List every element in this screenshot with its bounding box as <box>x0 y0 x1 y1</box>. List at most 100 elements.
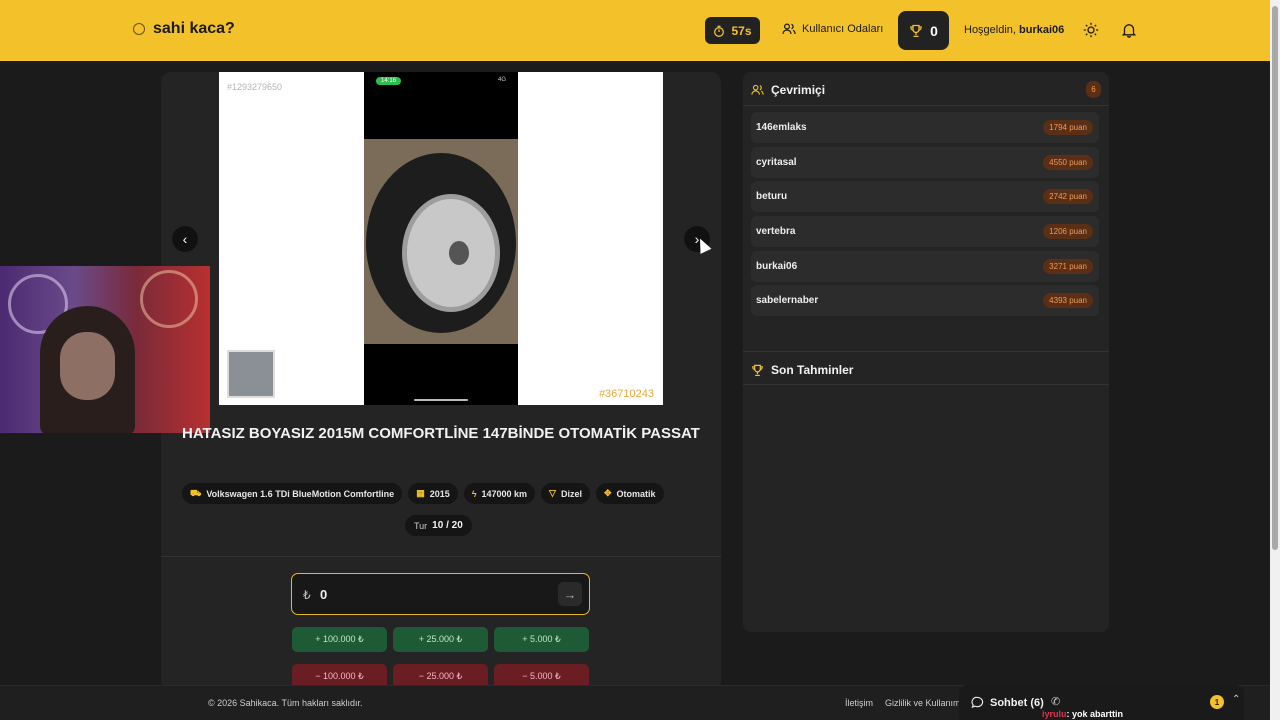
separator <box>743 105 1109 106</box>
trophy-icon <box>910 24 922 37</box>
divider <box>161 556 721 557</box>
user-name: vertebra <box>756 226 796 237</box>
user-name: burkai06 <box>756 261 798 272</box>
chat-toggle[interactable]: Sohbet (6) <box>971 696 1044 709</box>
copyright: © 2026 Sahikaca. Tüm hakları saklıdır. <box>208 698 363 708</box>
user-points-badge: 1794 puan <box>1043 120 1093 135</box>
sun-icon[interactable] <box>1083 22 1099 38</box>
fuel-icon: ▽ <box>549 488 556 498</box>
round-label: Tur <box>414 520 428 531</box>
online-count-badge: 6 <box>1086 81 1101 98</box>
online-user-row[interactable]: sabelernaber 4393 puan <box>751 285 1099 316</box>
brand[interactable]: sahi kaca? <box>133 20 235 38</box>
tag-transmission: ✥ Otomatik <box>595 483 664 504</box>
tag-year: ▦ 2015 <box>408 483 458 504</box>
chat-author: iyrulu <box>1042 709 1067 719</box>
spec-tags: ⛟ Volkswagen 1.6 TDi BlueMotion Comfortli… <box>182 483 664 504</box>
privacy-link[interactable]: Gizlilik ve Kullanım <box>885 698 961 708</box>
user-points-badge: 4393 puan <box>1043 293 1093 308</box>
price-guess-input[interactable] <box>320 587 540 602</box>
user-points-badge: 2742 puan <box>1043 189 1093 204</box>
tag-label: 147000 km <box>481 488 528 499</box>
online-user-row[interactable]: 146emlaks 1794 puan <box>751 112 1099 143</box>
photo-id-bottom: #36710243 <box>598 388 654 400</box>
greeting: Hoşgeldin, burkai06 <box>964 24 1064 36</box>
round-indicator: Tur 10 / 20 <box>405 515 472 536</box>
score-value: 0 <box>930 22 938 39</box>
scrollbar-thumb[interactable] <box>1272 6 1278 550</box>
username[interactable]: burkai06 <box>1019 24 1064 36</box>
tire-image <box>364 139 518 344</box>
chat-widget[interactable]: Sohbet (6) ✆ 1 ⌃ iyrulu: yok abarttin <box>959 685 1244 720</box>
car-icon: ⛟ <box>190 487 202 498</box>
chevron-up-icon[interactable]: ⌃ <box>1232 694 1240 705</box>
gauge-icon: ϟ <box>471 488 477 499</box>
unread-badge: 1 <box>1210 695 1224 709</box>
user-points-badge: 1206 puan <box>1043 224 1093 239</box>
top-header: sahi kaca? 57s Kullanıcı Odaları 0 Hoşge… <box>0 0 1270 61</box>
tag-fuel: ▽ Dizel <box>541 483 590 504</box>
user-name: beturu <box>756 191 788 202</box>
user-points-badge: 4550 puan <box>1043 155 1093 170</box>
online-user-row[interactable]: beturu 2742 puan <box>751 181 1099 212</box>
listing-title: HATASIZ BOYASIZ 2015M COMFORTLİNE 147BİN… <box>182 425 700 442</box>
last-chat-message: iyrulu: yok abarttin <box>1042 709 1123 719</box>
online-user-row[interactable]: cyritasal 4550 puan <box>751 147 1099 178</box>
users-icon <box>751 84 764 95</box>
phone-icon[interactable]: ✆ <box>1051 695 1060 708</box>
separator <box>743 384 1109 385</box>
tag-label: Dizel <box>560 488 582 499</box>
recent-guesses-title: Son Tahminler <box>771 363 854 377</box>
brand-name: sahi kaca? <box>153 20 235 37</box>
trophy-icon <box>752 364 763 376</box>
chat-bubble-icon <box>971 696 984 709</box>
online-header: Çevrimiçi <box>751 83 825 97</box>
prev-photo-button[interactable]: ‹ <box>172 226 198 252</box>
chevron-left-icon: ‹ <box>182 231 188 247</box>
user-rooms-label: Kullanıcı Odaları <box>802 23 884 35</box>
webcam-overlay <box>0 266 210 433</box>
add-5000-button[interactable]: + 5.000 ₺ <box>494 627 589 652</box>
add-25000-button[interactable]: + 25.000 ₺ <box>393 627 488 652</box>
user-rooms-link[interactable]: Kullanıcı Odaları <box>782 23 883 35</box>
photo-thumbnail[interactable] <box>227 350 275 398</box>
user-name: cyritasal <box>756 157 797 168</box>
bell-icon[interactable] <box>1121 22 1137 38</box>
online-user-row[interactable]: burkai06 3271 puan <box>751 251 1099 282</box>
streamer-face <box>60 332 115 400</box>
round-value: 10 / 20 <box>432 520 463 531</box>
user-name: sabelernaber <box>756 295 819 306</box>
online-title: Çevrimiçi <box>771 83 826 97</box>
phone-status: 4G <box>497 77 506 83</box>
countdown-timer: 57s <box>705 17 760 44</box>
add-100000-button[interactable]: + 100.000 ₺ <box>292 627 387 652</box>
listing-photo[interactable]: #1293279650 14:16 4G #36710243 <box>219 72 663 405</box>
user-name: 146emlaks <box>756 122 807 133</box>
phone-screenshot: 14:16 4G <box>364 72 518 405</box>
tag-label: Volkswagen 1.6 TDi BlueMotion Comfortlin… <box>206 488 395 499</box>
price-guess-field[interactable]: ₺ → <box>291 573 590 615</box>
contact-link[interactable]: İletişim <box>845 698 873 708</box>
arrow-right-icon: → <box>563 586 577 602</box>
online-user-row[interactable]: vertebra 1206 puan <box>751 216 1099 247</box>
tag-label: Otomatik <box>616 488 656 499</box>
photo-id-top: #1293279650 <box>227 82 283 92</box>
wheel-hub <box>449 241 469 265</box>
recent-guesses-header: Son Tahminler <box>751 363 853 377</box>
tag-mileage: ϟ 147000 km <box>463 483 536 504</box>
greeting-text: Hoşgeldin, <box>964 24 1016 36</box>
chat-label: Sohbet (6) <box>990 696 1044 709</box>
stopwatch-icon <box>714 25 725 37</box>
separator <box>743 351 1109 352</box>
logo-icon <box>133 23 145 35</box>
background-art <box>140 270 198 328</box>
gear-icon: ✥ <box>603 488 612 498</box>
tag-model: ⛟ Volkswagen 1.6 TDi BlueMotion Comfortli… <box>182 483 403 504</box>
phone-time: 14:16 <box>376 77 402 85</box>
timer-value: 57s <box>731 23 752 38</box>
score-badge[interactable]: 0 <box>898 11 949 50</box>
submit-guess-button[interactable]: → <box>558 582 582 606</box>
home-indicator <box>414 399 468 401</box>
user-points-badge: 3271 puan <box>1043 259 1093 274</box>
calendar-icon: ▦ <box>416 488 425 498</box>
